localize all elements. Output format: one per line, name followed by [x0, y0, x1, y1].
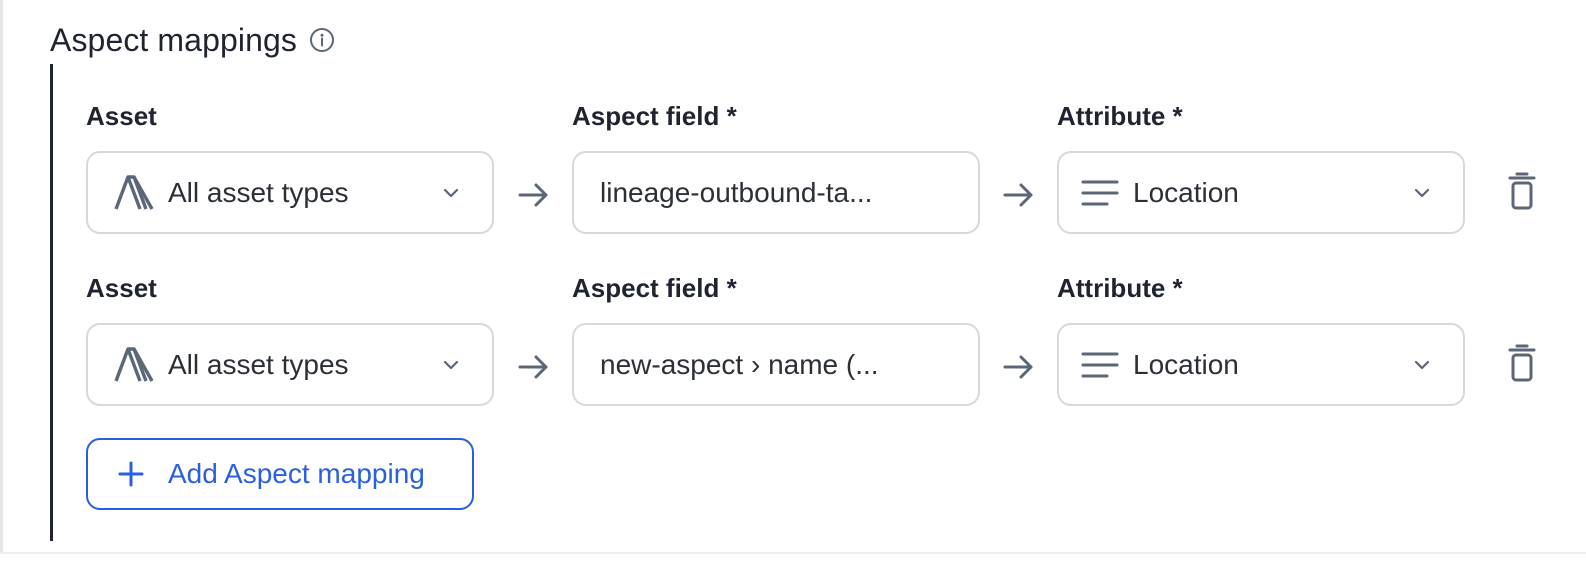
- section-header: Aspect mappings: [50, 20, 335, 60]
- delete-mapping-button[interactable]: [1504, 171, 1540, 211]
- chevron-down-icon: [440, 182, 462, 204]
- atlan-logo-icon: [114, 174, 154, 211]
- aspect-field-label: Aspect field *: [572, 101, 737, 131]
- arrow-right-icon: [1001, 349, 1037, 385]
- aspect-field-value: new-aspect › name (...: [600, 348, 879, 380]
- aspect-field-value: lineage-outbound-ta...: [600, 176, 873, 208]
- asset-type-select[interactable]: All asset types: [86, 323, 494, 406]
- section-title: Aspect mappings: [50, 21, 297, 58]
- atlan-logo-icon: [114, 346, 154, 383]
- arrow-right-icon: [516, 349, 552, 385]
- trash-icon: [1508, 344, 1536, 382]
- arrow-right-icon: [1001, 177, 1037, 213]
- add-aspect-mapping-button[interactable]: Add Aspect mapping: [86, 438, 474, 510]
- plus-icon: [116, 459, 146, 489]
- asset-label: Asset: [86, 273, 157, 303]
- mapping-row: Asset Aspect field * Attribute * All ass…: [86, 272, 1566, 432]
- aspect-field-select[interactable]: lineage-outbound-ta...: [572, 151, 980, 234]
- text-lines-icon: [1081, 350, 1119, 380]
- arrow-right-icon: [516, 177, 552, 213]
- asset-type-select[interactable]: All asset types: [86, 151, 494, 234]
- attribute-select[interactable]: Location: [1057, 151, 1465, 234]
- aspect-field-select[interactable]: new-aspect › name (...: [572, 323, 980, 406]
- attribute-label: Attribute *: [1057, 101, 1183, 131]
- attribute-value: Location: [1133, 176, 1239, 208]
- add-aspect-mapping-label: Add Aspect mapping: [168, 458, 425, 489]
- panel-left-border: [0, 0, 3, 553]
- attribute-value: Location: [1133, 348, 1239, 380]
- trash-icon: [1508, 172, 1536, 210]
- chevron-down-icon: [1411, 354, 1433, 376]
- info-circle-icon[interactable]: [309, 27, 335, 53]
- panel-bottom-border: [0, 552, 1586, 554]
- attribute-select[interactable]: Location: [1057, 323, 1465, 406]
- asset-type-value: All asset types: [168, 176, 349, 208]
- aspect-field-label: Aspect field *: [572, 273, 737, 303]
- mapping-group-accent-bar: [50, 64, 53, 541]
- asset-type-value: All asset types: [168, 348, 349, 380]
- text-lines-icon: [1081, 178, 1119, 208]
- delete-mapping-button[interactable]: [1504, 343, 1540, 383]
- asset-label: Asset: [86, 101, 157, 131]
- mapping-row: Asset Aspect field * Attribute * All ass…: [86, 100, 1566, 260]
- attribute-label: Attribute *: [1057, 273, 1183, 303]
- chevron-down-icon: [1411, 182, 1433, 204]
- chevron-down-icon: [440, 354, 462, 376]
